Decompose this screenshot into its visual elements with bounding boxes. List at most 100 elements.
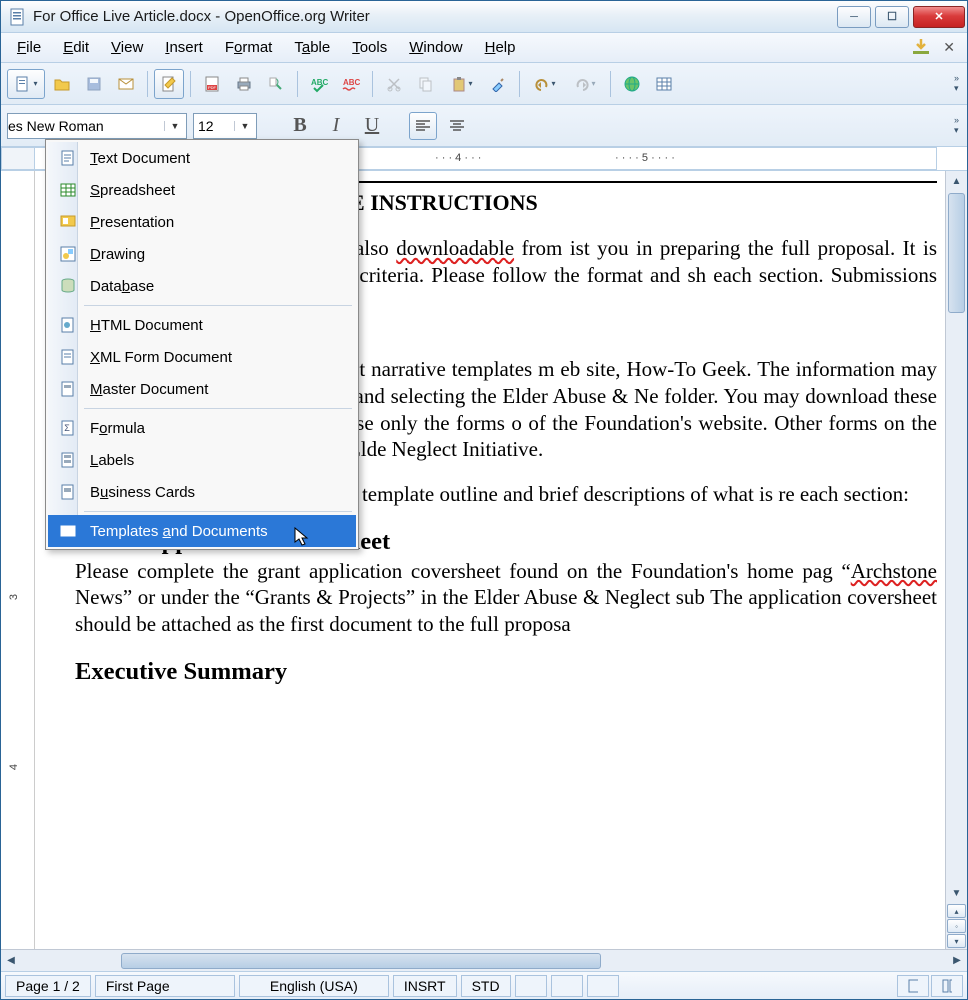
vertical-ruler[interactable]: 3 4 <box>5 171 35 949</box>
print-button[interactable] <box>229 69 259 99</box>
copy-button[interactable] <box>411 69 441 99</box>
open-button[interactable] <box>47 69 77 99</box>
menu-format[interactable]: Format <box>215 34 283 61</box>
scroll-up-icon[interactable]: ▲ <box>946 171 967 191</box>
font-combo[interactable]: es New Roman ▼ <box>7 113 187 139</box>
dd-item-spreadsheet[interactable]: Spreadsheet <box>48 174 356 206</box>
status-style[interactable]: First Page <box>95 975 235 997</box>
table-button[interactable] <box>649 69 679 99</box>
scroll-down-icon[interactable]: ▼ <box>946 883 967 903</box>
dd-item-database[interactable]: Database <box>48 270 356 302</box>
preview-button[interactable] <box>261 69 291 99</box>
scroll-left-icon[interactable]: ◀ <box>1 955 21 966</box>
text-doc-icon <box>56 149 80 167</box>
menu-table[interactable]: Table <box>284 34 340 61</box>
dd-item-templates[interactable]: Templates and Documents <box>48 515 356 547</box>
drawing-icon <box>56 245 80 263</box>
menu-tools[interactable]: Tools <box>342 34 397 61</box>
cut-button[interactable] <box>379 69 409 99</box>
toolbar2-overflow[interactable]: »▾ <box>952 109 961 142</box>
new-dropdown: Text Document SpreadsheetPresentation Draw… <box>45 139 359 550</box>
close-doc-icon[interactable]: ✕ <box>937 37 961 58</box>
menu-file[interactable]: File <box>7 34 51 61</box>
maximize-button[interactable]: ☐ <box>875 6 909 28</box>
dd-item-html[interactable]: HTML Document <box>48 309 356 341</box>
download-icon[interactable] <box>911 38 931 58</box>
svg-text:Σ: Σ <box>64 423 70 433</box>
menu-view[interactable]: View <box>101 34 153 61</box>
align-left-button[interactable] <box>409 112 437 140</box>
dd-item-cards[interactable]: Business Cards <box>48 476 356 508</box>
statusbar: Page 1 / 2 First Page English (USA) INSR… <box>1 971 967 999</box>
status-page[interactable]: Page 1 / 2 <box>5 975 91 997</box>
scroll-thumb[interactable] <box>948 193 965 313</box>
status-std[interactable]: STD <box>461 975 511 997</box>
dd-label: Templates and Documents <box>90 523 268 540</box>
labels-icon <box>56 451 80 469</box>
format-paint-button[interactable] <box>483 69 513 99</box>
status-insert[interactable]: INSRT <box>393 975 457 997</box>
toolbar-overflow[interactable]: »▾ <box>952 67 961 100</box>
html-icon <box>56 316 80 334</box>
hyperlink-button[interactable] <box>617 69 647 99</box>
dd-label: Master Document <box>90 381 208 398</box>
status-cell[interactable] <box>587 975 619 997</box>
new-button[interactable] <box>7 69 45 99</box>
status-view-icon[interactable] <box>931 975 963 997</box>
cards-icon <box>56 483 80 501</box>
dd-item-formula[interactable]: Σ Formula <box>48 412 356 444</box>
pdf-button[interactable]: PDF <box>197 69 227 99</box>
prev-page-icon[interactable]: ▴ <box>947 904 966 918</box>
close-button[interactable]: ✕ <box>913 6 965 28</box>
horizontal-scrollbar[interactable]: ◀ ▶ <box>1 949 967 971</box>
menu-edit[interactable]: Edit <box>53 34 99 61</box>
minimize-button[interactable]: ─ <box>837 6 871 28</box>
spellcheck-button[interactable]: ABC <box>304 69 334 99</box>
save-button[interactable] <box>79 69 109 99</box>
email-button[interactable] <box>111 69 141 99</box>
spreadsheet-icon <box>56 181 80 199</box>
menu-window[interactable]: Window <box>399 34 472 61</box>
redo-button[interactable] <box>566 69 604 99</box>
xml-icon <box>56 348 80 366</box>
status-cell[interactable] <box>551 975 583 997</box>
dd-item-presentation[interactable]: Presentation <box>48 206 356 238</box>
nav-select-icon[interactable]: ◦ <box>947 919 966 933</box>
status-view-icon[interactable] <box>897 975 929 997</box>
status-lang[interactable]: English (USA) <box>239 975 389 997</box>
next-page-icon[interactable]: ▾ <box>947 934 966 948</box>
dd-label: Formula <box>90 420 145 437</box>
autospell-button[interactable]: ABC <box>336 69 366 99</box>
fontsize-combo[interactable]: 12 ▼ <box>193 113 257 139</box>
menu-help[interactable]: Help <box>475 34 526 61</box>
paste-button[interactable] <box>443 69 481 99</box>
database-icon <box>56 277 80 295</box>
svg-text:ABC: ABC <box>311 78 329 87</box>
templates-icon <box>56 522 80 540</box>
dd-label: Drawing <box>90 246 145 263</box>
menubar: File Edit View Insert Format Table Tools… <box>1 33 967 63</box>
italic-button[interactable]: I <box>321 111 351 141</box>
vertical-scrollbar[interactable]: ▲ ▼ ▴ ◦ ▾ <box>945 171 967 949</box>
scroll-right-icon[interactable]: ▶ <box>947 955 967 966</box>
dd-item-labels[interactable]: Labels <box>48 444 356 476</box>
ruler-corner <box>1 147 35 170</box>
underline-button[interactable]: U <box>357 111 387 141</box>
dd-label: Text Document <box>90 150 190 167</box>
dd-item-master[interactable]: Master Document <box>48 373 356 405</box>
dd-item-text-doc[interactable]: Text Document <box>48 142 356 174</box>
undo-button[interactable] <box>526 69 564 99</box>
bold-button[interactable]: B <box>285 111 315 141</box>
edit-file-button[interactable] <box>154 69 184 99</box>
titlebar: For Office Live Article.docx - OpenOffic… <box>1 1 967 33</box>
svg-text:PDF: PDF <box>208 85 217 90</box>
dd-item-drawing[interactable]: Drawing <box>48 238 356 270</box>
menu-insert[interactable]: Insert <box>155 34 213 61</box>
svg-text:ABC: ABC <box>343 78 361 87</box>
status-cell[interactable] <box>515 975 547 997</box>
window-title: For Office Live Article.docx - OpenOffic… <box>33 8 837 25</box>
align-center-button[interactable] <box>443 112 471 140</box>
presentation-icon <box>56 213 80 231</box>
dd-item-xml[interactable]: XML Form Document <box>48 341 356 373</box>
hscroll-thumb[interactable] <box>121 953 601 969</box>
